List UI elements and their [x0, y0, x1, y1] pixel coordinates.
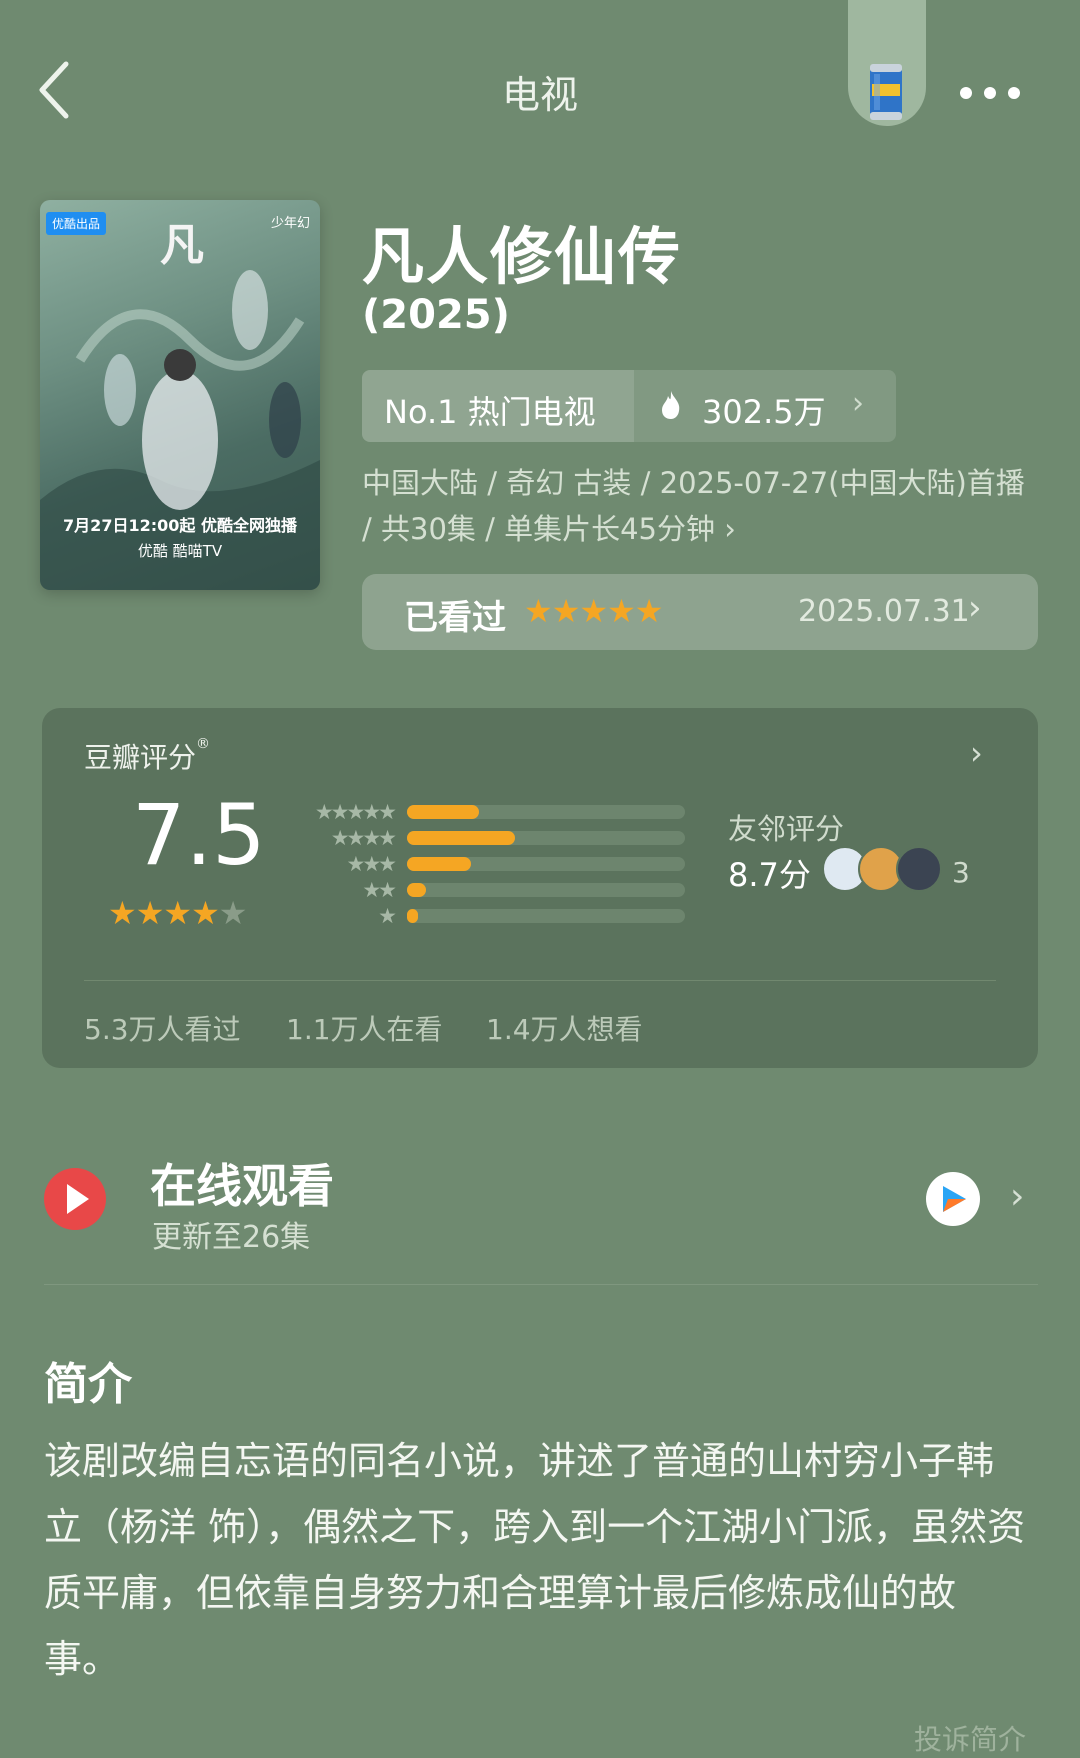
watch-online-title[interactable]: 在线观看 [150, 1150, 334, 1216]
dist-bar-2 [407, 883, 426, 897]
show-title: 凡人修仙传 [362, 220, 683, 293]
watched-date: 2025.07.31 [798, 594, 970, 629]
rating-stars-empty: ★ [218, 894, 248, 932]
more-icon[interactable] [958, 78, 1022, 108]
dist-bar-1 [407, 909, 418, 923]
chevron-right-icon: › [852, 386, 864, 421]
dist-bar-4 [407, 831, 515, 845]
play-triangle [67, 1184, 89, 1214]
chevron-right-icon[interactable]: › [1010, 1176, 1024, 1217]
chevron-right-icon: › [968, 588, 982, 628]
divider [44, 1284, 1038, 1285]
youku-icon[interactable] [926, 1172, 980, 1226]
dist-track-1 [407, 909, 685, 923]
dist-label-4: ★★★★ [330, 826, 397, 850]
poster-brand: 少年幻 [270, 216, 310, 231]
friend-rating-score: 8.7分 [728, 856, 811, 894]
poster-badge: 优酷出品 [46, 212, 107, 235]
friend-rating-label: 友邻评分 [728, 812, 845, 846]
douban-rating-label: 豆瓣评分® [84, 736, 211, 774]
dist-track-2 [407, 883, 685, 897]
dist-bar-5 [407, 805, 479, 819]
youku-logo [943, 1186, 966, 1212]
divider [84, 980, 996, 981]
dist-label-3: ★★★ [346, 852, 397, 876]
poster-platforms: 优酷 酷喵TV [137, 542, 223, 560]
show-meta[interactable]: 中国大陆 / 奇幻 古装 / 2025-07-27(中国大陆)首播 / 共30集… [362, 460, 1042, 552]
synopsis-text: 该剧改编自忘语的同名小说，讲述了普通的山村穷小子韩立（杨洋 饰），偶然之下，跨入… [44, 1439, 1026, 1681]
stat-want[interactable]: 1.4万人想看 [486, 1008, 643, 1048]
watched-stars: ★★★★★ [524, 592, 663, 630]
rating-stars: ★★★★★ [108, 894, 248, 932]
stat-watched[interactable]: 5.3万人看过 [84, 1008, 241, 1048]
dist-label-2: ★★ [362, 878, 397, 902]
dist-label-5: ★★★★★ [314, 800, 397, 824]
beer-can-icon[interactable] [866, 60, 906, 122]
poster-release-line: 7月27日12:00起 优酷全网独播 [63, 516, 297, 535]
avatar[interactable] [896, 846, 942, 892]
stat-watching[interactable]: 1.1万人在看 [286, 1008, 443, 1048]
friend-count: 3 [952, 856, 970, 889]
dist-bar-3 [407, 857, 471, 871]
rating-score: 7.5 [132, 786, 266, 884]
heat-value: 302.5万 [702, 393, 826, 431]
synopsis-title: 简介 [44, 1359, 132, 1410]
watched-label: 已看过 [404, 598, 506, 638]
report-synopsis-link[interactable]: 投诉简介 [914, 1718, 1026, 1758]
watch-online-subtitle: 更新至26集 [152, 1220, 311, 1255]
registered-mark: ® [196, 736, 211, 752]
dist-label-1: ★ [378, 904, 397, 928]
show-year: (2025) [362, 292, 510, 338]
chevron-right-icon[interactable]: › [970, 734, 983, 772]
svg-text:凡: 凡 [160, 220, 204, 271]
flame-icon [662, 391, 680, 419]
poster-image[interactable]: 凡 优酷出品 少年幻 7月27日12:00起 优酷全网独播 优酷 酷喵TV [40, 200, 320, 590]
rank-label: No.1 热门电视 [384, 393, 596, 431]
rating-stars-filled: ★★★★ [108, 894, 220, 932]
